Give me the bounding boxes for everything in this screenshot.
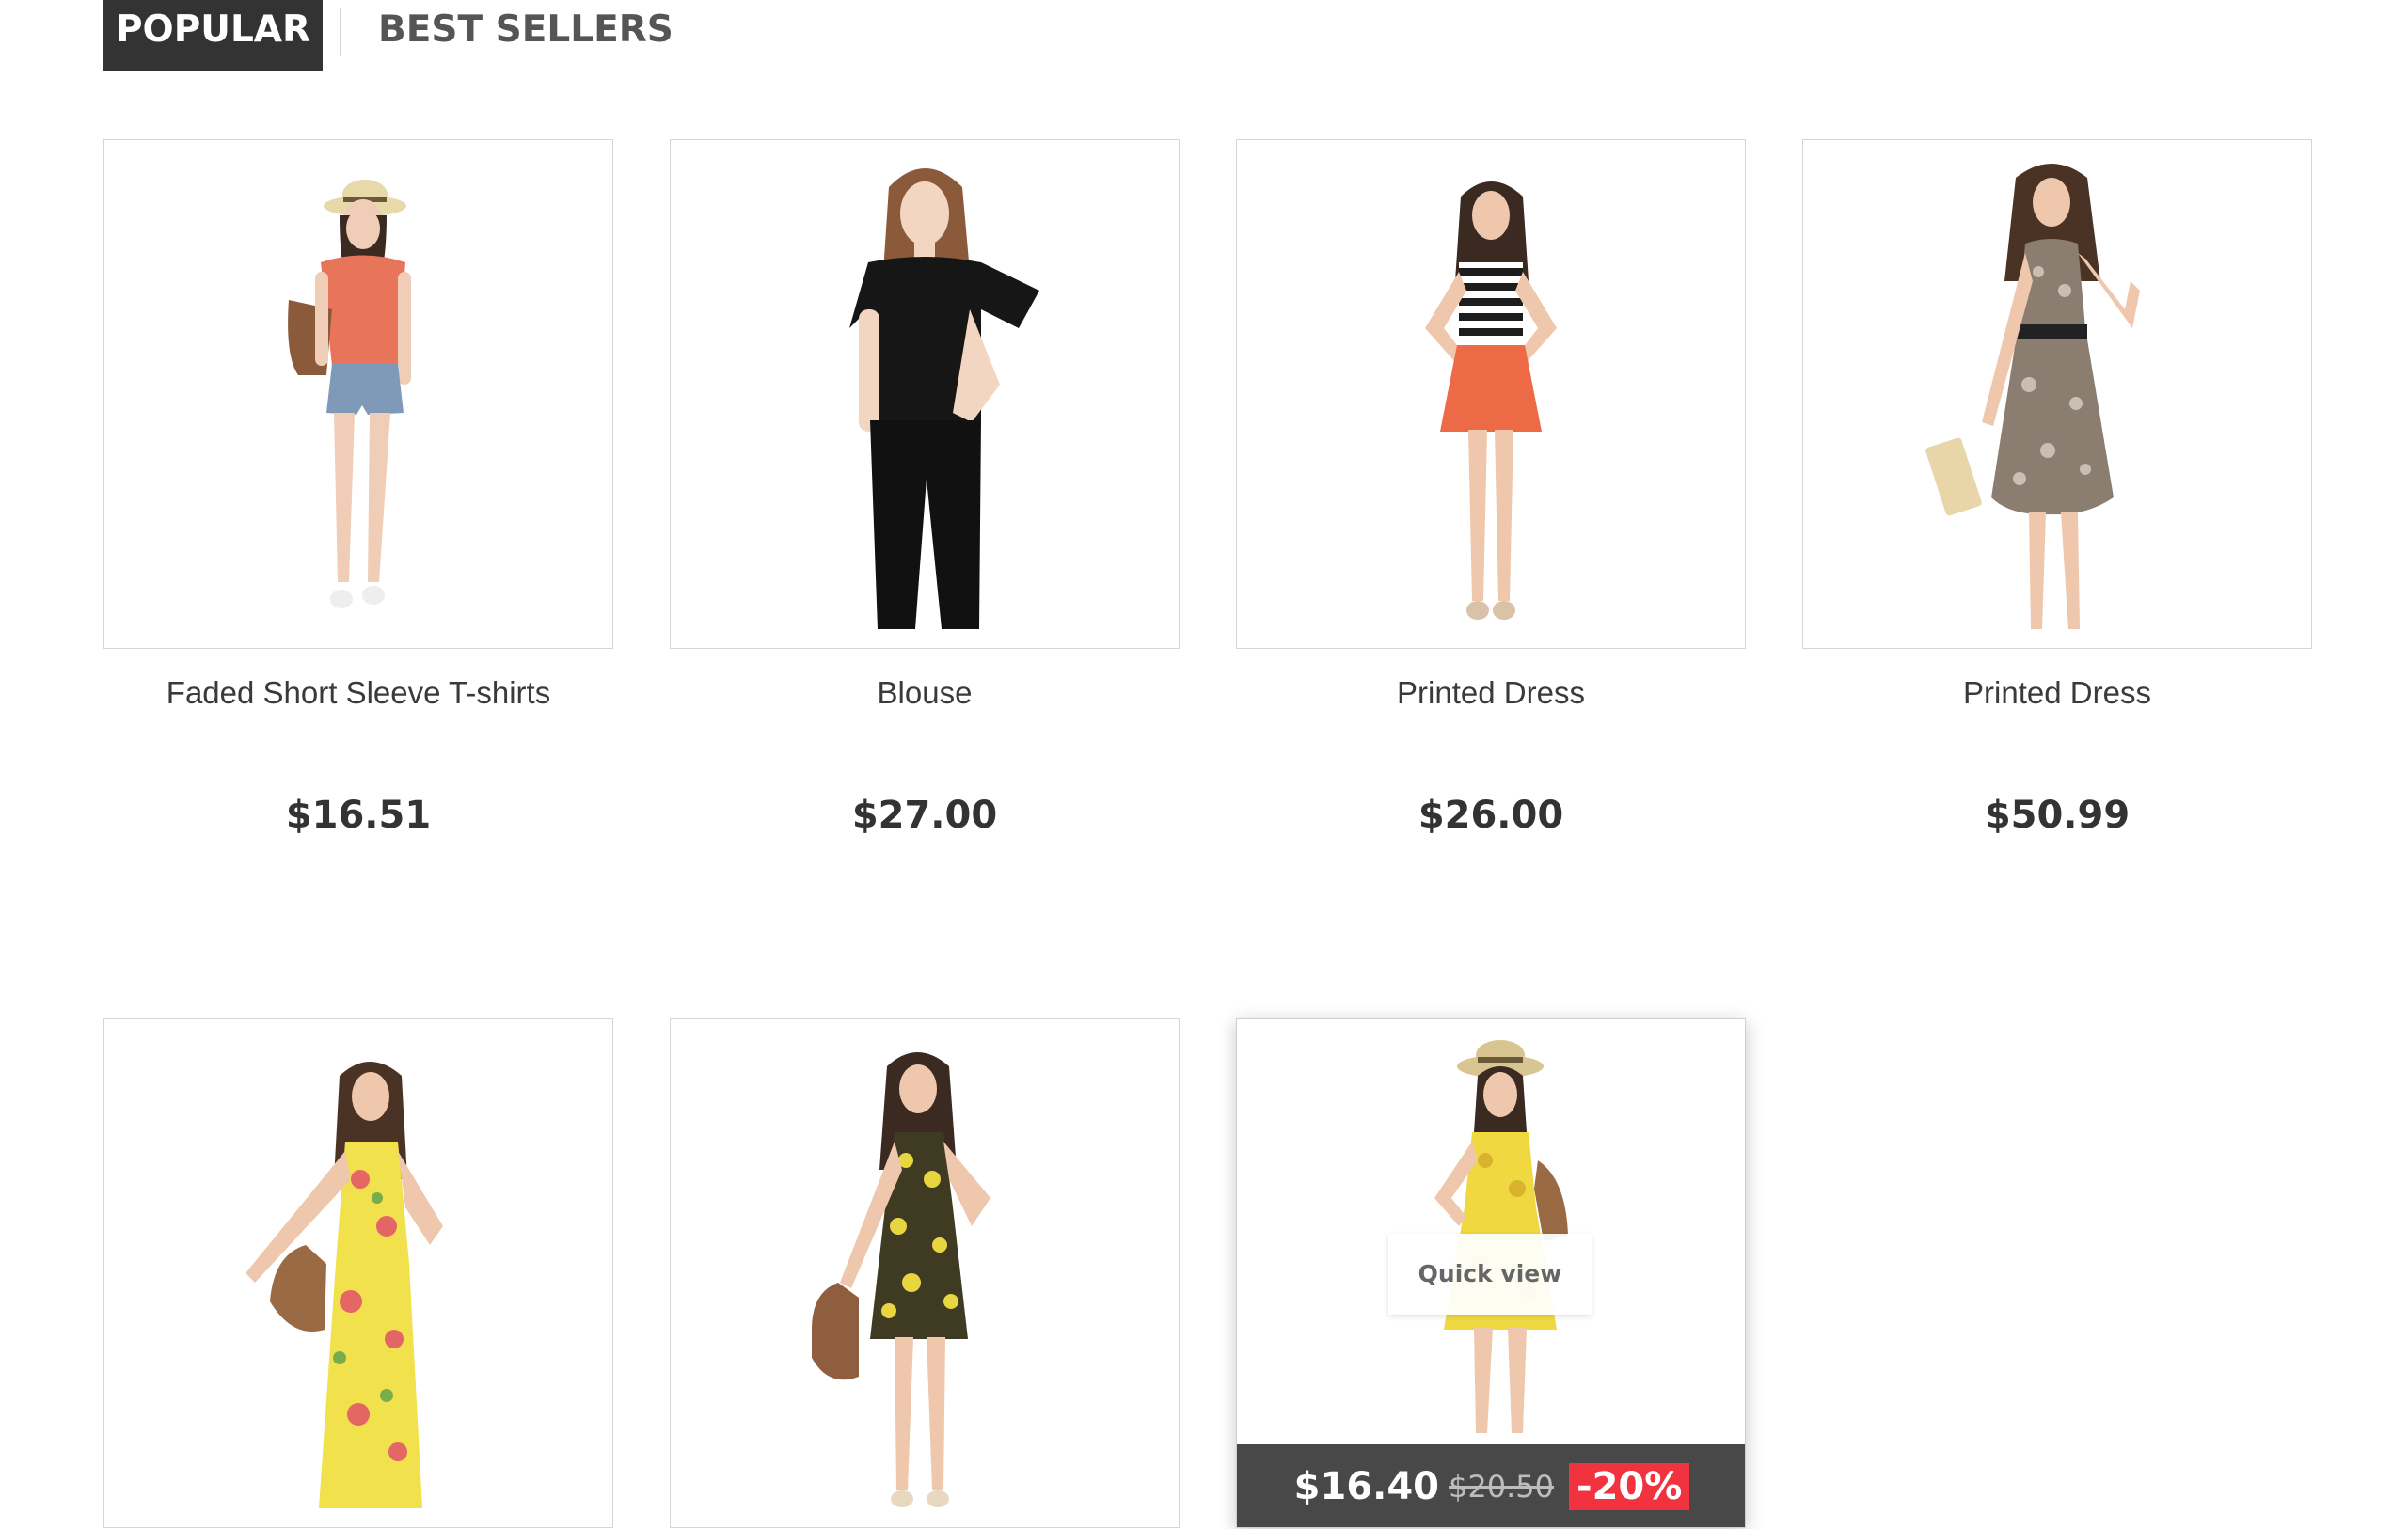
product-image	[1425, 181, 1557, 620]
old-price: $20.50	[1449, 1468, 1554, 1505]
product-name[interactable]: Blouse	[670, 675, 1180, 711]
product-image-link[interactable]: Quick view $16.40 $20.50 -20%	[1236, 1018, 1746, 1528]
tab-best-sellers[interactable]: BEST SELLERS	[378, 0, 673, 71]
price-overlay: $16.40 $20.50 -20%	[1237, 1444, 1745, 1527]
sale-price: $16.40	[1293, 1464, 1440, 1508]
tab-divider	[340, 8, 341, 56]
product-price: $16.51	[285, 794, 432, 837]
product-image	[1925, 164, 2140, 629]
product-price: $27.00	[851, 794, 998, 837]
product-image	[812, 1052, 990, 1507]
product-image-link[interactable]	[670, 139, 1180, 649]
product-price: $50.99	[1984, 794, 2131, 837]
product-name[interactable]: Printed Dress	[1802, 675, 2312, 711]
product-image	[288, 180, 411, 608]
product-name[interactable]: Faded Short Sleeve T-shirts	[103, 675, 613, 711]
product-image-link[interactable]	[103, 1018, 613, 1528]
product-image	[849, 168, 1039, 629]
quick-view-button[interactable]: Quick view	[1388, 1234, 1592, 1315]
product-image-link[interactable]	[1236, 139, 1746, 649]
product-image-link[interactable]	[1802, 139, 2312, 649]
product-image	[246, 1062, 443, 1508]
tab-popular[interactable]: POPULAR	[103, 0, 323, 71]
product-image-link[interactable]	[103, 139, 613, 649]
product-price: $26.00	[1418, 794, 1564, 837]
discount-badge: -20%	[1568, 1462, 1690, 1510]
product-image-link[interactable]	[670, 1018, 1180, 1528]
product-name[interactable]: Printed Dress	[1236, 675, 1746, 711]
